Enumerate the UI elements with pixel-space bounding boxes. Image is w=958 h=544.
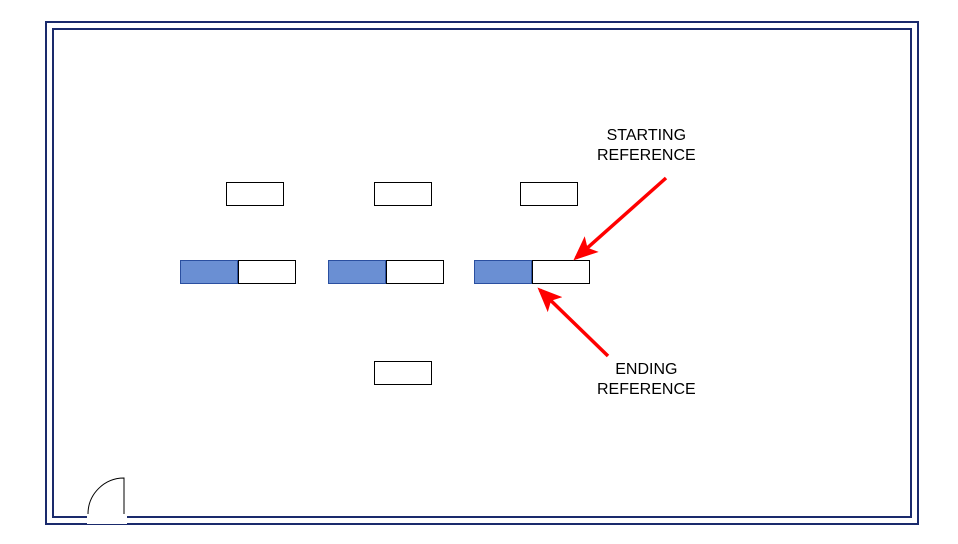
ending-reference-label: ENDING REFERENCE	[597, 360, 696, 400]
desk-row2-2-right	[386, 260, 444, 284]
desk-row3-1	[374, 361, 432, 385]
desk-row1-3	[520, 182, 578, 206]
desk-row2-3-right	[532, 260, 590, 284]
desk-row1-2	[374, 182, 432, 206]
desk-row2-1-selected	[180, 260, 238, 284]
desk-row2-2-selected	[328, 260, 386, 284]
diagram-stage: STARTING REFERENCE ENDING REFERENCE	[0, 0, 958, 544]
desk-row1-1	[226, 182, 284, 206]
desk-row2-1-right	[238, 260, 296, 284]
desk-row2-3-selected	[474, 260, 532, 284]
door-opening	[87, 512, 127, 524]
starting-reference-label: STARTING REFERENCE	[597, 126, 696, 166]
